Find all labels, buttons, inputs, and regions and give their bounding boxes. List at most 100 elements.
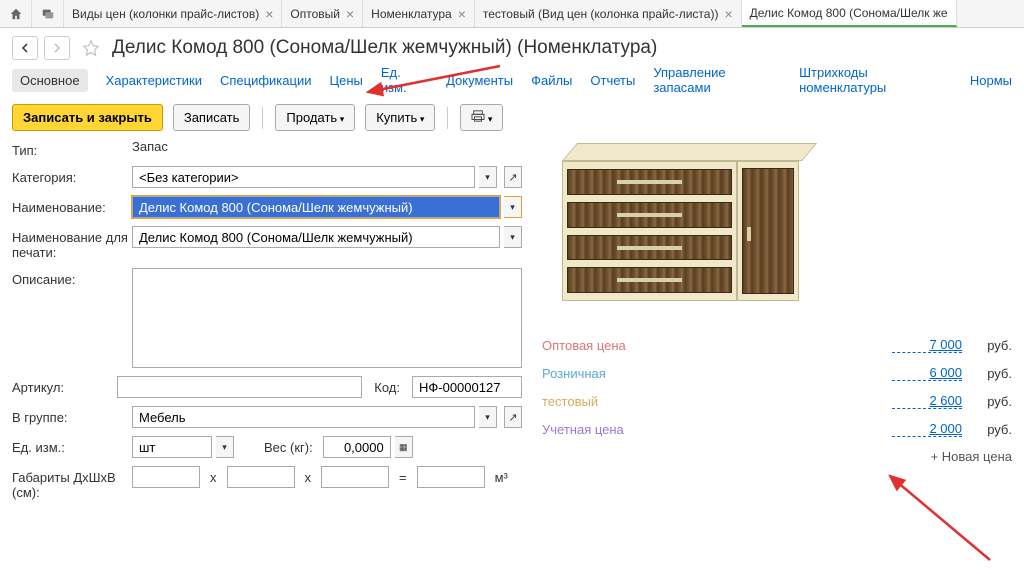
price-row: Оптовая цена 7 000 руб. [542, 331, 1012, 359]
x-label: x [299, 470, 318, 485]
content-area: Тип: Запас Категория: ▾ ↗ Наименование: … [0, 139, 1024, 508]
printname-input[interactable] [132, 226, 500, 248]
tab-item[interactable]: Виды цен (колонки прайс-листов) × [64, 0, 282, 27]
tab-item[interactable]: Номенклатура × [363, 0, 475, 27]
tab-label: Делис Комод 800 (Сонома/Шелк же [750, 6, 948, 20]
type-value: Запас [132, 139, 168, 154]
open-icon[interactable]: ↗ [504, 406, 522, 428]
tab-bar: Виды цен (колонки прайс-листов) × Оптовый… [0, 0, 1024, 28]
right-column: Оптовая цена 7 000 руб. Розничная 6 000 … [542, 139, 1012, 508]
weight-input[interactable] [323, 436, 391, 458]
price-label: Розничная [542, 366, 892, 381]
price-label: тестовый [542, 394, 892, 409]
nav-link-reports[interactable]: Отчеты [590, 73, 635, 88]
close-icon[interactable]: × [265, 7, 273, 21]
dim-volume-input[interactable] [417, 466, 485, 488]
close-icon[interactable]: × [458, 7, 466, 21]
type-label: Тип: [12, 139, 132, 158]
nav-link-specs[interactable]: Спецификации [220, 73, 312, 88]
article-label: Артикул: [12, 376, 117, 395]
price-currency: руб. [962, 338, 1012, 353]
save-button[interactable]: Записать [173, 104, 251, 131]
article-input[interactable] [117, 376, 362, 398]
nav-links: Основное Характеристики Спецификации Цен… [0, 64, 1024, 96]
desc-label: Описание: [12, 268, 132, 287]
price-value-link[interactable]: 2 000 [892, 421, 962, 437]
calc-icon[interactable]: ▦ [395, 436, 413, 458]
form-column: Тип: Запас Категория: ▾ ↗ Наименование: … [12, 139, 522, 508]
code-label: Код: [368, 380, 406, 395]
price-value-link[interactable]: 7 000 [892, 337, 962, 353]
back-button[interactable] [12, 36, 38, 60]
tab-label: Оптовый [290, 7, 340, 21]
nav-link-prices[interactable]: Цены [329, 73, 362, 88]
x-label: x [204, 470, 223, 485]
tab-item-active[interactable]: Делис Комод 800 (Сонома/Шелк же [742, 0, 957, 27]
price-label: Учетная цена [542, 422, 892, 437]
nav-link-barcodes[interactable]: Штрихкоды номенклатуры [799, 65, 952, 95]
tab-item[interactable]: Оптовый × [282, 0, 363, 27]
group-input[interactable] [132, 406, 475, 428]
price-table: Оптовая цена 7 000 руб. Розничная 6 000 … [542, 331, 1012, 464]
buy-button[interactable]: Купить [365, 104, 435, 131]
price-row: Розничная 6 000 руб. [542, 359, 1012, 387]
name-label: Наименование: [12, 196, 132, 215]
sell-button[interactable]: Продать [275, 104, 355, 131]
page-title: Делис Комод 800 (Сонома/Шелк жемчужный) … [112, 37, 657, 59]
price-row: тестовый 2 600 руб. [542, 387, 1012, 415]
star-icon[interactable] [80, 37, 102, 59]
price-row: Учетная цена 2 000 руб. [542, 415, 1012, 443]
unit-label: Ед. изм.: [12, 436, 132, 455]
dropdown-icon[interactable]: ▾ [479, 406, 497, 428]
close-icon[interactable]: × [346, 7, 354, 21]
dropdown-icon[interactable]: ▾ [504, 196, 522, 218]
tab-label: Виды цен (колонки прайс-листов) [72, 7, 259, 21]
print-button[interactable] [460, 104, 503, 131]
header-row: Делис Комод 800 (Сонома/Шелк жемчужный) … [0, 28, 1024, 64]
price-currency: руб. [962, 422, 1012, 437]
nav-link-units[interactable]: Ед. изм. [381, 65, 428, 95]
nav-link-stock[interactable]: Управление запасами [653, 65, 781, 95]
tab-label: тестовый (Вид цен (колонка прайс-листа)) [483, 7, 719, 21]
printname-label: Наименование для печати: [12, 226, 132, 260]
weight-label: Вес (кг): [258, 440, 319, 455]
separator [262, 107, 263, 129]
name-input[interactable] [132, 196, 500, 218]
action-bar: Записать и закрыть Записать Продать Купи… [0, 96, 1024, 139]
dim-height-input[interactable] [321, 466, 389, 488]
new-price-link[interactable]: + Новая цена [542, 443, 1012, 464]
price-value-link[interactable]: 2 600 [892, 393, 962, 409]
nav-link-docs[interactable]: Документы [446, 73, 513, 88]
dropdown-icon[interactable]: ▾ [479, 166, 497, 188]
separator [447, 107, 448, 129]
save-close-button[interactable]: Записать и закрыть [12, 104, 163, 131]
category-input[interactable] [132, 166, 475, 188]
tab-label: Номенклатура [371, 7, 452, 21]
eq-label: = [393, 470, 413, 485]
price-value-link[interactable]: 6 000 [892, 365, 962, 381]
m3-label: м³ [489, 470, 514, 485]
chat-icon[interactable] [32, 0, 64, 27]
tab-item[interactable]: тестовый (Вид цен (колонка прайс-листа))… [475, 0, 742, 27]
nav-link-main[interactable]: Основное [12, 69, 88, 92]
nav-link-chars[interactable]: Характеристики [106, 73, 202, 88]
close-icon[interactable]: × [724, 7, 732, 21]
dim-length-input[interactable] [132, 466, 200, 488]
open-icon[interactable]: ↗ [504, 166, 522, 188]
code-input[interactable] [412, 376, 522, 398]
dropdown-icon[interactable]: ▾ [216, 436, 234, 458]
nav-link-norms[interactable]: Нормы [970, 73, 1012, 88]
unit-input[interactable] [132, 436, 212, 458]
desc-textarea[interactable] [132, 268, 522, 368]
price-label: Оптовая цена [542, 338, 892, 353]
dim-width-input[interactable] [227, 466, 295, 488]
forward-button[interactable] [44, 36, 70, 60]
price-currency: руб. [962, 366, 1012, 381]
dims-label: Габариты ДхШхВ (см): [12, 466, 132, 500]
product-image [552, 143, 812, 313]
home-icon[interactable] [0, 0, 32, 27]
price-currency: руб. [962, 394, 1012, 409]
dropdown-icon[interactable]: ▾ [504, 226, 522, 248]
group-label: В группе: [12, 406, 132, 425]
nav-link-files[interactable]: Файлы [531, 73, 572, 88]
